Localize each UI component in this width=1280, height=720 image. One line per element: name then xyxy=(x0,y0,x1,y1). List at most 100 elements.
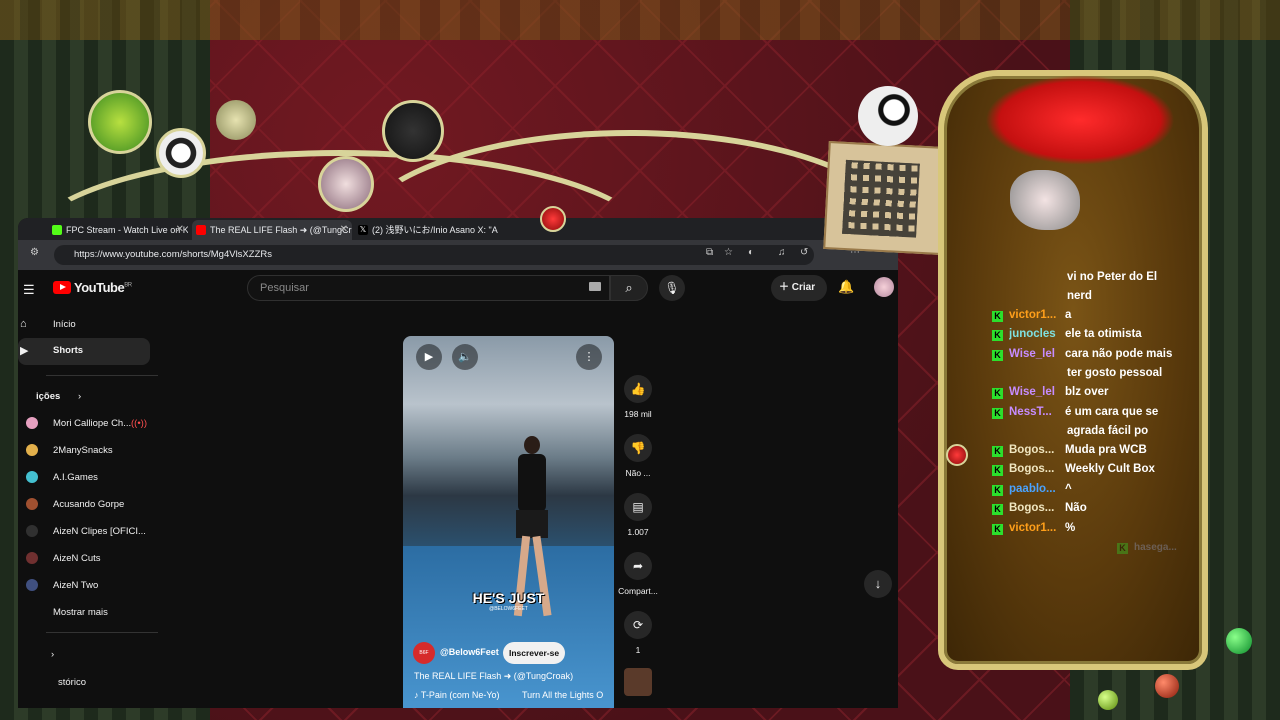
chat-message: Kjunocles ele ta otimista xyxy=(992,325,1142,343)
sidebar-divider xyxy=(46,632,158,633)
share-icon: ➦ xyxy=(624,552,652,580)
chevron-right-icon: › xyxy=(78,391,82,402)
chat-message: K Bogos... Não xyxy=(992,499,1087,517)
kick-badge-icon: K xyxy=(992,504,1003,515)
more-options-button[interactable]: ⋮ xyxy=(576,344,602,370)
youtube-page: ☰ YouTubeBR Pesquisar ⌕ 🎙 ＋ Criar 🔔 ⌂ In… xyxy=(18,270,898,708)
gym-floor xyxy=(403,546,614,708)
next-video-button[interactable]: ↓ xyxy=(864,570,892,598)
hamburger-menu-icon[interactable]: ☰ xyxy=(23,282,35,298)
sound-thumbnail[interactable] xyxy=(616,668,660,702)
comment-icon: ▤ xyxy=(624,493,652,521)
kick-badge-icon: K xyxy=(992,350,1003,361)
chat-continuation: ter gosto pessoal xyxy=(1067,367,1163,379)
audio-thumbnail-icon xyxy=(624,668,652,696)
tab-x[interactable]: 𝕏 (2) 浅野いにお/Inio Asano X: "A xyxy=(354,220,504,240)
chat-continuation: agrada fácil po xyxy=(1067,425,1149,437)
video-watermark: @BELOW6FEET xyxy=(489,606,528,612)
chat-message: Kvictor1... a xyxy=(992,306,1071,324)
search-button[interactable]: ⌕ xyxy=(610,275,648,301)
close-icon[interactable]: ✕ xyxy=(340,220,348,240)
kick-badge-icon: K xyxy=(992,311,1003,322)
browser-window: FPC Stream - Watch Live on K ✕ The REAL … xyxy=(18,218,898,708)
kick-icon xyxy=(52,225,62,235)
sidebar-divider xyxy=(46,375,158,376)
like-button[interactable]: 👍 198 mil xyxy=(616,375,660,419)
kick-badge-icon: K xyxy=(1117,543,1128,554)
keyboard-icon[interactable] xyxy=(589,282,601,291)
red-eye-decoration xyxy=(985,75,1175,165)
holly-ornament xyxy=(946,444,968,466)
kick-badge-icon: K xyxy=(992,408,1003,419)
extension-icon[interactable]: ◐ xyxy=(748,247,754,258)
tune-icon[interactable]: ⚙ xyxy=(30,247,39,258)
star-ornament xyxy=(216,100,256,140)
home-icon: ⌂ xyxy=(20,318,27,330)
play-icon: ▶ xyxy=(424,351,434,363)
url-input[interactable]: https://www.youtube.com/shorts/Mg4VlsXZZ… xyxy=(54,245,814,265)
santa-character xyxy=(1010,170,1080,230)
channel-avatar xyxy=(26,444,38,456)
sidebar-item-shorts[interactable]: ▶ Shorts xyxy=(18,338,150,365)
green-bauble xyxy=(1226,628,1252,654)
video-title[interactable]: The REAL LIFE Flash ➜ (@TungCroak) xyxy=(414,671,573,682)
chat-message: K Wise_lel blz over xyxy=(992,383,1108,401)
voice-search-button[interactable]: 🎙 xyxy=(659,275,685,301)
video-song-artist[interactable]: ♪ T-Pain (com Ne-Yo) xyxy=(414,690,500,700)
sidebar-item-inicio[interactable]: ⌂ Início xyxy=(18,318,158,336)
emote-ornament-green xyxy=(88,90,152,154)
chevron-right-icon: › xyxy=(51,649,55,660)
play-button[interactable]: ▶ xyxy=(416,344,442,370)
account-avatar[interactable] xyxy=(874,277,894,297)
subscribe-button[interactable]: Inscrever-se xyxy=(503,642,565,664)
close-icon[interactable]: ✕ xyxy=(176,220,184,240)
comments-button[interactable]: ▤ 1.007 xyxy=(616,493,660,537)
channel-avatar xyxy=(26,552,38,564)
notifications-bell-icon[interactable]: 🔔 xyxy=(838,279,854,295)
youtube-logo[interactable]: YouTubeBR xyxy=(53,280,132,295)
history-icon[interactable]: ↺ xyxy=(800,247,808,258)
kick-badge-icon: K xyxy=(992,388,1003,399)
chat-message: K NessT... é um cara que se xyxy=(992,403,1158,421)
dislike-button[interactable]: 👎 Não ... xyxy=(616,434,660,478)
chat-message: Kpaablo... ^ xyxy=(992,480,1072,498)
search-input[interactable]: Pesquisar xyxy=(247,275,610,301)
live-indicator-icon: ((•)) xyxy=(131,418,147,429)
stream-overlay: { "browser": { "tabs": [ {"title": "FPC … xyxy=(0,0,1280,720)
tab-bar: FPC Stream - Watch Live on K ✕ The REAL … xyxy=(18,218,898,240)
chat-message: K Wise_lel cara não pode mais xyxy=(992,345,1172,363)
music-icon[interactable]: ♫ xyxy=(778,247,786,258)
mascot-head xyxy=(858,86,918,146)
shorts-video-player[interactable]: ▶ 🔈 ⋮ HE'S JUST @BELOW6FEET B6F @Below6F… xyxy=(403,336,614,708)
video-song-title[interactable]: Turn All the Lights O xyxy=(522,690,603,700)
volume-button[interactable]: 🔈 xyxy=(452,344,478,370)
channel-name[interactable]: @Below6Feet xyxy=(440,647,499,657)
curtain-valance xyxy=(0,0,1280,40)
volume-icon: 🔈 xyxy=(458,351,472,363)
channel-avatar[interactable]: B6F xyxy=(413,642,435,664)
kick-badge-icon: K xyxy=(992,485,1003,496)
chat-continuation: vi no Peter do El xyxy=(1067,271,1158,283)
remix-button[interactable]: ⟳ 1 xyxy=(616,611,660,655)
channel-avatar xyxy=(26,579,38,591)
kick-badge-icon: K xyxy=(992,465,1003,476)
address-bar-row: ⚙ https://www.youtube.com/shorts/Mg4VlsX… xyxy=(18,240,898,270)
avatar-ornament xyxy=(318,156,374,212)
install-icon[interactable]: ⧉ xyxy=(706,247,713,258)
chat-message-faded: Khasega... xyxy=(1117,539,1177,557)
yellow-bauble xyxy=(1098,690,1118,710)
chat-message: Kvictor1...% xyxy=(992,519,1075,537)
create-button[interactable]: ＋ Criar xyxy=(771,275,827,301)
x-icon: 𝕏 xyxy=(358,225,368,235)
share-button[interactable]: ➦ Compart... xyxy=(616,552,660,596)
tab-stream[interactable]: FPC Stream - Watch Live on K ✕ xyxy=(48,220,188,240)
emote-ornament-dark xyxy=(382,100,444,162)
emote-ornament-horseshoe xyxy=(156,128,206,178)
star-icon[interactable]: ☆ xyxy=(724,247,733,258)
chat-message: K Bogos... Weekly Cult Box xyxy=(992,460,1155,478)
more-vertical-icon: ⋮ xyxy=(583,351,595,363)
shorts-icon: ▶ xyxy=(20,345,29,357)
tab-youtube[interactable]: The REAL LIFE Flash ➜ (@TungCr ✕ xyxy=(192,220,352,240)
thumbs-up-icon: 👍 xyxy=(624,375,652,403)
mic-icon: 🎙 xyxy=(664,281,680,295)
